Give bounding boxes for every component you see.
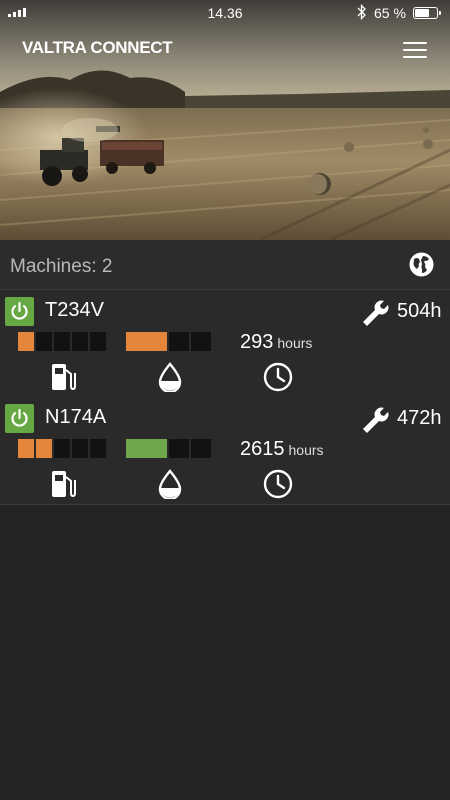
fluid-level-segment	[169, 332, 189, 351]
engine-hours-value: 293	[240, 331, 274, 353]
fuel-level-bar	[18, 332, 106, 351]
service-hours: 472h	[397, 407, 442, 429]
battery-percentage: 65 %	[374, 5, 406, 21]
clock-icon	[263, 362, 293, 392]
engine-hours-value: 2615	[240, 438, 285, 460]
fluid-level-segment	[191, 332, 211, 351]
power-icon	[11, 408, 28, 427]
globe-icon[interactable]	[409, 252, 434, 277]
fuel-level-segment	[72, 332, 88, 351]
engine-hours: 2615 hours	[240, 438, 324, 461]
battery-icon	[413, 7, 441, 19]
power-button[interactable]	[5, 404, 34, 433]
bluetooth-icon	[357, 4, 366, 20]
status-bar: 14.36 65 %	[0, 0, 450, 24]
fuel-level-segment	[54, 332, 70, 351]
wrench-icon	[363, 407, 389, 433]
wrench-icon	[363, 300, 389, 326]
fuel-level-segment	[36, 439, 52, 458]
fluid-level-bar	[126, 439, 211, 458]
machine-name: T234V	[45, 299, 104, 321]
fuel-level-bar	[18, 439, 106, 458]
fuel-pump-icon	[52, 364, 76, 391]
fuel-level-segment	[36, 332, 52, 351]
fuel-level-segment	[90, 332, 106, 351]
battery-level	[415, 9, 429, 17]
engine-hours-unit: hours	[288, 442, 324, 458]
hero-image	[0, 0, 450, 240]
app-logo: VALTRA CONNECT	[22, 38, 173, 57]
fluid-level-segment	[169, 439, 189, 458]
fuel-level-segment	[18, 332, 34, 351]
fuel-level-segment	[18, 439, 34, 458]
engine-hours-unit: hours	[277, 335, 313, 351]
fluid-level-bar	[126, 332, 211, 351]
fuel-pump-icon	[52, 471, 76, 498]
clock-icon	[263, 469, 293, 499]
machine-card[interactable]: N174A 472h 2615 hours	[0, 397, 450, 505]
drop-icon	[158, 362, 182, 392]
engine-hours: 293 hours	[240, 331, 312, 354]
fluid-level-segment	[126, 332, 167, 351]
fuel-level-segment	[90, 439, 106, 458]
power-icon	[11, 301, 28, 320]
harvest-field-illustration	[0, 0, 450, 240]
fluid-level-segment	[191, 439, 211, 458]
machine-card[interactable]: T234V 504h 293 hours	[0, 290, 450, 398]
fluid-level-segment	[126, 439, 167, 458]
drop-icon	[158, 469, 182, 499]
power-button[interactable]	[5, 297, 34, 326]
service-hours: 504h	[397, 300, 442, 322]
machines-count: Machines: 2	[10, 256, 113, 277]
machines-header: Machines: 2	[0, 240, 450, 290]
machine-name: N174A	[45, 406, 107, 428]
hamburger-menu-icon[interactable]	[403, 42, 427, 60]
fuel-level-segment	[72, 439, 88, 458]
fuel-level-segment	[54, 439, 70, 458]
